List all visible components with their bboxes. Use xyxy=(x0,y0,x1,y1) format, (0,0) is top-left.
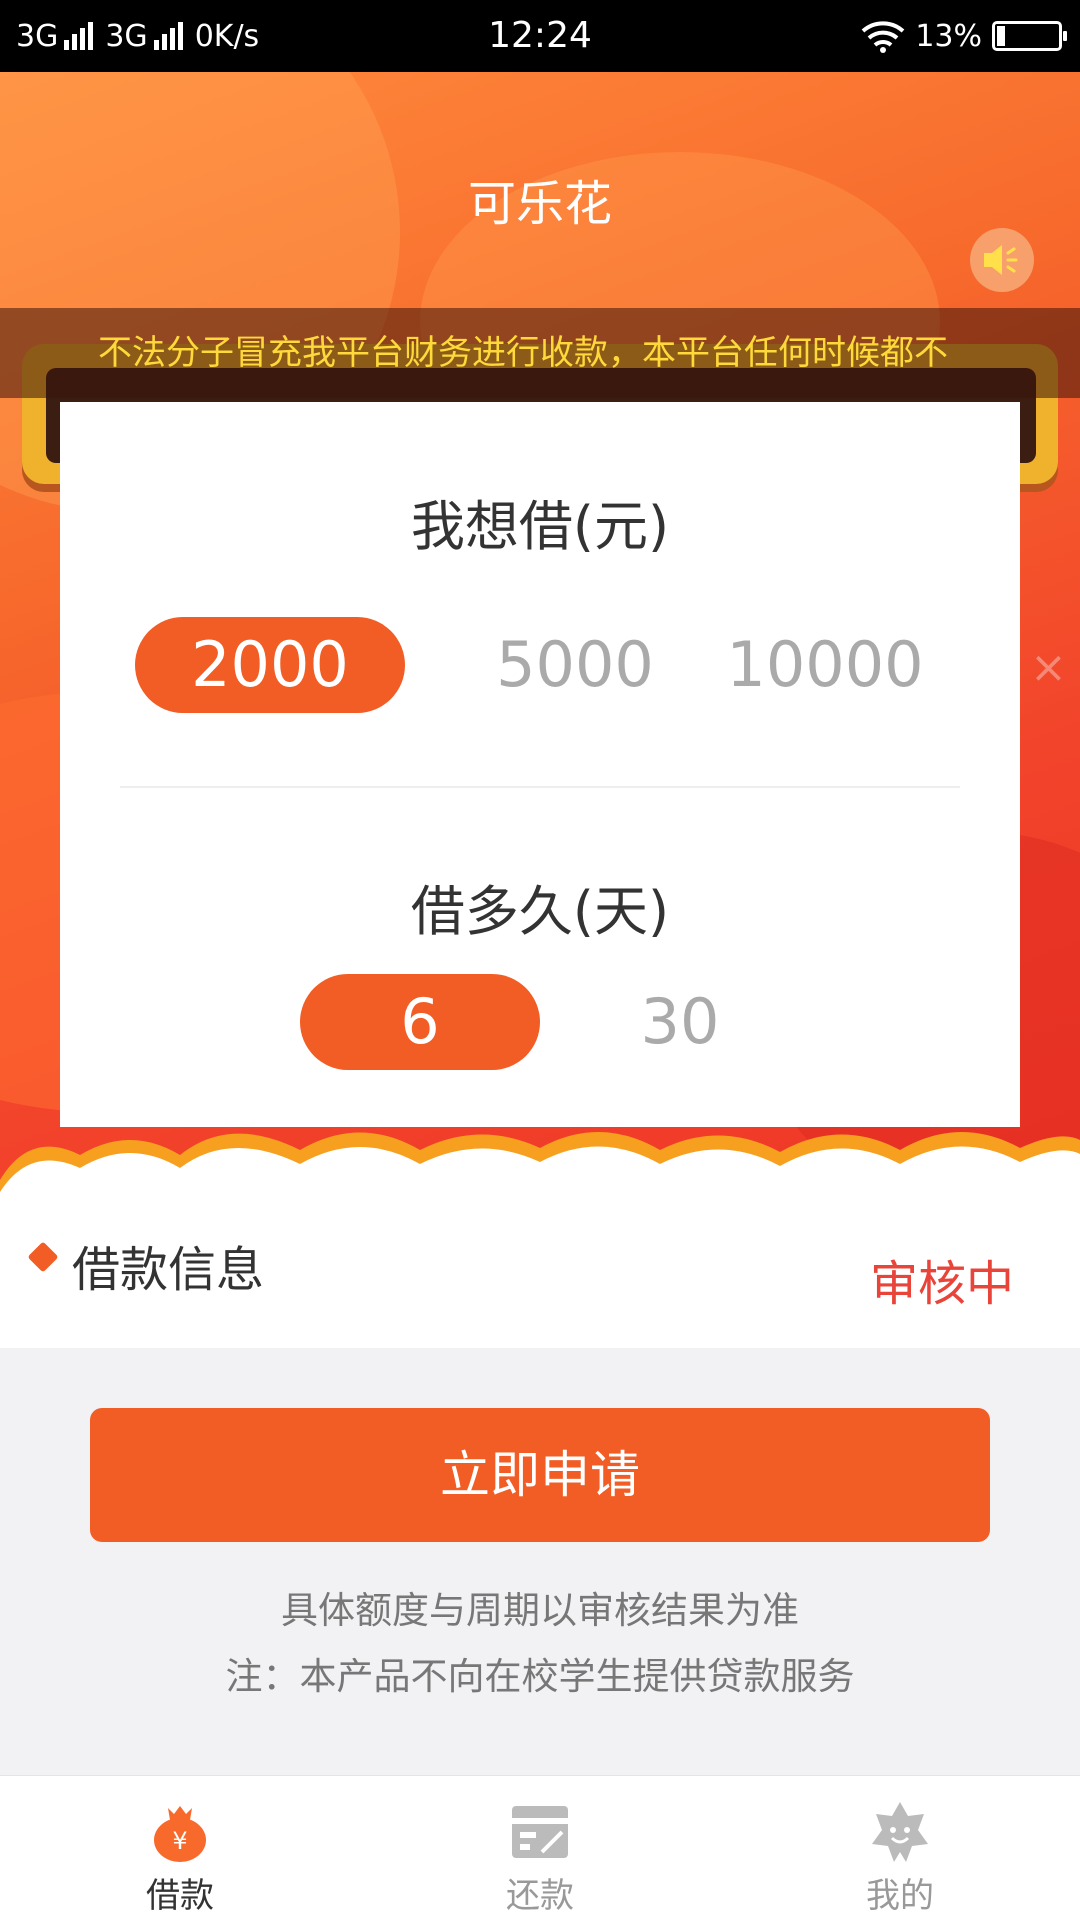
tab-mine[interactable]: 我的 xyxy=(720,1776,1080,1920)
wifi-icon xyxy=(861,21,905,53)
loan-info-label: 借款信息 xyxy=(72,1242,265,1298)
note-review: 具体额度与周期以审核结果为准 xyxy=(281,1589,799,1632)
tab-borrow-label: 借款 xyxy=(146,1876,214,1916)
duration-option-6[interactable]: 6 xyxy=(300,974,540,1070)
duration-option-30[interactable]: 30 xyxy=(560,974,800,1070)
amount-option-10000[interactable]: 10000 xyxy=(700,617,950,713)
hero-banner: × × × 可乐花 不法分子冒充我平台财务进行收款，本平台任何时候都不 我想借(… xyxy=(0,72,1080,1200)
card-icon xyxy=(512,1806,568,1858)
notice-text: 不法分子冒充我平台财务进行收款，本平台任何时候都不 xyxy=(98,333,948,373)
battery-icon xyxy=(992,21,1067,51)
money-bag-icon: ¥ xyxy=(154,1806,206,1862)
decor-cross-icon: × xyxy=(1030,642,1067,693)
card-divider xyxy=(120,786,960,788)
smiley-flower-icon xyxy=(872,1802,928,1862)
loan-status: 审核中 xyxy=(869,1256,1014,1312)
diamond-bullet-icon xyxy=(27,1241,59,1273)
tab-borrow[interactable]: ¥ 借款 xyxy=(0,1776,360,1920)
notice-bar[interactable]: 不法分子冒充我平台财务进行收款，本平台任何时候都不 xyxy=(0,308,1080,398)
status-bar-right: 13% xyxy=(861,0,1067,72)
note-students: 注：本产品不向在校学生提供贷款服务 xyxy=(225,1655,855,1698)
apply-button[interactable]: 立即申请 xyxy=(90,1408,990,1542)
speaker-button[interactable] xyxy=(970,228,1034,292)
loan-options-card: 我想借(元) 2000 5000 10000 借多久(天) 6 30 xyxy=(60,402,1020,1127)
cloud-edge xyxy=(0,1132,1080,1200)
battery-percent: 13% xyxy=(915,18,982,54)
amount-option-5000[interactable]: 5000 xyxy=(450,617,700,713)
tab-repay-label: 还款 xyxy=(506,1876,574,1916)
status-bar: 3G 3G 0K/s 12:24 13% xyxy=(0,0,1080,72)
loan-info-row[interactable]: 借款信息 审核中 xyxy=(0,1200,1080,1348)
amount-title: 我想借(元) xyxy=(410,495,670,558)
svg-text:¥: ¥ xyxy=(172,1827,187,1855)
tab-repay[interactable]: 还款 xyxy=(360,1776,720,1920)
duration-title: 借多久(天) xyxy=(410,880,670,943)
amount-option-2000[interactable]: 2000 xyxy=(135,617,405,713)
battery-fill xyxy=(997,26,1005,46)
bottom-tab-bar: ¥ 借款 还款 我的 xyxy=(0,1775,1080,1920)
app-title: 可乐花 xyxy=(467,176,612,232)
speaker-icon xyxy=(984,245,1018,275)
tab-mine-label: 我的 xyxy=(866,1876,934,1916)
